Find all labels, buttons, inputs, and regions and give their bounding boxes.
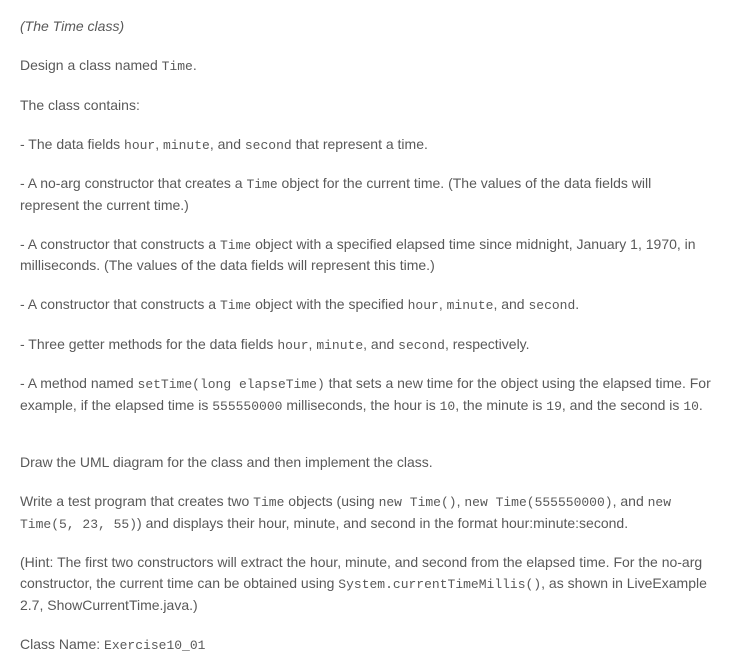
text: - A constructor that constructs a xyxy=(20,236,220,252)
text: milliseconds, the hour is xyxy=(282,397,439,413)
text: , and xyxy=(210,136,245,152)
bullet-elapsed-constructor: - A constructor that constructs a Time o… xyxy=(20,234,712,277)
text: , and xyxy=(493,296,528,312)
text: that represent a time. xyxy=(292,136,428,152)
intro-text-post: . xyxy=(193,57,197,73)
intro-paragraph: Design a class named Time. xyxy=(20,55,712,77)
class-name-line: Class Name: Exercise10_01 xyxy=(20,634,712,656)
exercise-title: (The Time class) xyxy=(20,16,712,37)
text: , respectively. xyxy=(445,336,530,352)
text: . xyxy=(575,296,579,312)
code-time: Time xyxy=(220,238,251,253)
code-exercise-classname: Exercise10_01 xyxy=(104,638,205,653)
text: - A method named xyxy=(20,375,138,391)
text: objects (using xyxy=(284,493,378,509)
code-new-time-elapsed: new Time(555550000) xyxy=(464,495,612,510)
intro-text-pre: Design a class named xyxy=(20,57,162,73)
text: , xyxy=(439,296,447,312)
code-hour: hour xyxy=(124,138,155,153)
text: , and xyxy=(363,336,398,352)
text: , and the second is xyxy=(562,397,683,413)
code-minute: minute xyxy=(316,338,363,353)
code-settime: setTime(long elapseTime) xyxy=(138,377,325,392)
code-minute: minute xyxy=(163,138,210,153)
bullet-hms-constructor: - A constructor that constructs a Time o… xyxy=(20,294,712,316)
code-time: Time xyxy=(162,59,193,74)
code-second: second xyxy=(245,138,292,153)
text: - Three getter methods for the data fiel… xyxy=(20,336,277,352)
text: , and xyxy=(613,493,648,509)
code-minute-value: 19 xyxy=(546,399,562,414)
bullet-noarg-constructor: - A no-arg constructor that creates a Ti… xyxy=(20,173,712,216)
text: - A constructor that constructs a xyxy=(20,296,220,312)
code-time: Time xyxy=(246,177,277,192)
text: Class Name: xyxy=(20,636,104,652)
code-new-time: new Time() xyxy=(379,495,457,510)
text: ) and displays their hour, minute, and s… xyxy=(137,515,628,531)
text: , the minute is xyxy=(455,397,546,413)
code-hour: hour xyxy=(408,298,439,313)
code-hour-value: 10 xyxy=(440,399,456,414)
text: object with the specified xyxy=(251,296,407,312)
text: - A no-arg constructor that creates a xyxy=(20,175,246,191)
text: , xyxy=(155,136,163,152)
contains-heading: The class contains: xyxy=(20,95,712,116)
text: Write a test program that creates two xyxy=(20,493,253,509)
bullet-data-fields: - The data fields hour, minute, and seco… xyxy=(20,134,712,156)
code-time: Time xyxy=(253,495,284,510)
code-currenttimemillis: System.currentTimeMillis() xyxy=(338,577,541,592)
text: . xyxy=(699,397,703,413)
code-elapsed-value: 555550000 xyxy=(212,399,282,414)
code-second-value: 10 xyxy=(683,399,699,414)
bullet-settime: - A method named setTime(long elapseTime… xyxy=(20,373,712,416)
test-program-instruction: Write a test program that creates two Ti… xyxy=(20,491,712,534)
hint-paragraph: (Hint: The first two constructors will e… xyxy=(20,552,712,616)
text: - The data fields xyxy=(20,136,124,152)
code-time: Time xyxy=(220,298,251,313)
draw-uml-instruction: Draw the UML diagram for the class and t… xyxy=(20,452,712,473)
code-second: second xyxy=(398,338,445,353)
code-second: second xyxy=(528,298,575,313)
bullet-getters: - Three getter methods for the data fiel… xyxy=(20,334,712,356)
code-hour: hour xyxy=(277,338,308,353)
code-minute: minute xyxy=(447,298,494,313)
